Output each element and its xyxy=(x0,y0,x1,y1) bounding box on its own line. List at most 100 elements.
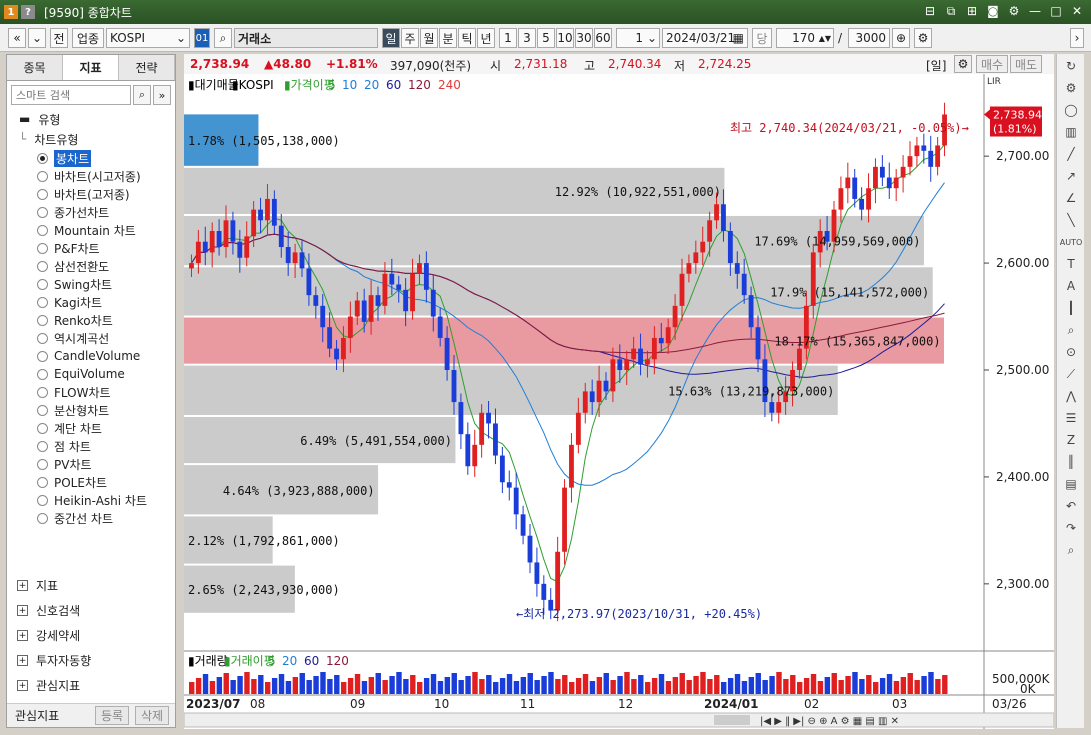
radio-icon[interactable] xyxy=(37,386,48,398)
radio-icon[interactable] xyxy=(37,440,48,452)
nav-prev-button[interactable]: « xyxy=(8,28,26,48)
bar-chart-icon[interactable]: ▥ xyxy=(1060,122,1082,142)
delete-button[interactable]: 삭제 xyxy=(135,706,169,725)
close-icon[interactable]: ✕ xyxy=(1069,3,1085,19)
chart-type-item[interactable]: PV차트 xyxy=(15,455,175,473)
minute-30[interactable]: 30 xyxy=(575,28,593,48)
auto-line-icon[interactable]: AUTO xyxy=(1060,232,1083,252)
collapse-icon[interactable]: › xyxy=(1070,28,1084,48)
chart-type-item[interactable]: 바차트(고저종) xyxy=(15,185,175,203)
minute-3[interactable]: 3 xyxy=(518,28,536,48)
chart-type-item[interactable]: Kagi차트 xyxy=(15,293,175,311)
chart-area[interactable]: ▮대기매물 ▮KOSPI ▮가격이평 5 10 20 60 120 240 2,700.00 2,6… xyxy=(183,74,1055,729)
angle-icon[interactable]: ∠ xyxy=(1060,188,1082,208)
date-input[interactable]: 2024/03/21 ▦ xyxy=(662,28,748,48)
period-week[interactable]: 주 xyxy=(401,28,419,48)
label-icon[interactable]: A xyxy=(1060,276,1082,296)
group-favorite-indicators[interactable]: + 관심지표 xyxy=(7,673,175,698)
redo-icon[interactable]: ↷ xyxy=(1060,518,1082,538)
bars-icon[interactable]: ║ xyxy=(1060,452,1082,472)
radio-icon[interactable] xyxy=(37,494,48,506)
minute-5[interactable]: 5 xyxy=(537,28,555,48)
sector-button[interactable]: 업종 xyxy=(72,28,104,48)
radio-icon[interactable] xyxy=(37,188,48,200)
radio-icon[interactable] xyxy=(37,152,48,164)
ray-icon[interactable]: ↗ xyxy=(1060,166,1082,186)
candle-icon[interactable]: ┃ xyxy=(1060,298,1082,318)
camera-icon[interactable]: ◙ xyxy=(985,3,1001,19)
price-chart-svg[interactable]: ▮대기매물▮KOSPI ▮가격이평5 10 20 60 120 2402,700.002,6… xyxy=(183,74,1055,729)
radio-icon[interactable] xyxy=(37,278,48,290)
zoom-icon[interactable]: ⊕ xyxy=(892,28,910,48)
max-count-input[interactable]: 3000 xyxy=(848,28,890,48)
settings-icon[interactable]: ⚙ xyxy=(914,28,932,48)
chart-type-item[interactable]: EquiVolume xyxy=(15,365,175,383)
calendar-icon[interactable]: ▦ xyxy=(733,31,744,45)
radio-icon[interactable] xyxy=(37,296,48,308)
settings-icon[interactable]: ⚙ xyxy=(954,55,972,73)
radio-icon[interactable] xyxy=(37,332,48,344)
buy-button[interactable]: 매수 xyxy=(976,55,1008,73)
search-icon[interactable]: ⌕ xyxy=(1060,540,1082,560)
radio-icon[interactable] xyxy=(37,512,48,524)
chart-icon[interactable]: ⟋ xyxy=(1060,364,1082,384)
minute-1[interactable]: 1 xyxy=(499,28,517,48)
columns-icon[interactable]: ▤ xyxy=(1060,474,1082,494)
text-icon[interactable]: T xyxy=(1060,254,1082,274)
sell-button[interactable]: 매도 xyxy=(1010,55,1042,73)
chart-type-item[interactable]: Mountain 차트 xyxy=(15,221,175,239)
radio-icon[interactable] xyxy=(37,206,48,218)
help-icon[interactable]: ? xyxy=(21,5,35,19)
nav-dropdown-button[interactable]: ⌄ xyxy=(28,28,46,48)
group-signal-search[interactable]: + 신호검색 xyxy=(7,598,175,623)
chart-type-item[interactable]: 분산형차트 xyxy=(15,401,175,419)
chart-type-item[interactable]: POLE차트 xyxy=(15,473,175,491)
radio-icon[interactable] xyxy=(37,422,48,434)
radio-icon[interactable] xyxy=(37,314,48,326)
pattern-icon[interactable]: ⋀ xyxy=(1060,386,1082,406)
chart-type-item[interactable]: 삼선전환도 xyxy=(15,257,175,275)
tab-stocks[interactable]: 종목 xyxy=(7,55,63,80)
smart-search-input[interactable] xyxy=(11,85,131,105)
minimize-icon[interactable]: — xyxy=(1027,3,1043,19)
copy-icon[interactable]: ⧉ xyxy=(943,3,959,19)
spinner-icon[interactable]: ▲▼ xyxy=(819,34,831,43)
trendline-icon[interactable]: ╱ xyxy=(1060,144,1082,164)
minute-10[interactable]: 10 xyxy=(556,28,574,48)
radio-icon[interactable] xyxy=(37,224,48,236)
radio-icon[interactable] xyxy=(37,368,48,380)
radio-icon[interactable] xyxy=(37,242,48,254)
current-button[interactable]: 당 xyxy=(752,28,772,48)
period-tick[interactable]: 틱 xyxy=(458,28,476,48)
period-minute[interactable]: 분 xyxy=(439,28,457,48)
radio-icon[interactable] xyxy=(37,458,48,470)
chart-type-item[interactable]: 종가선차트 xyxy=(15,203,175,221)
radio-icon[interactable] xyxy=(37,350,48,362)
chart-type-item[interactable]: Renko차트 xyxy=(15,311,175,329)
expand-icon[interactable]: » xyxy=(153,85,171,105)
chart-type-item[interactable]: Swing차트 xyxy=(15,275,175,293)
settings-icon[interactable]: ⚙ xyxy=(1006,3,1022,19)
gear-icon[interactable]: ⚙ xyxy=(1060,78,1082,98)
group-investor-trend[interactable]: + 투자자동향 xyxy=(7,648,175,673)
link-icon[interactable]: ⊞ xyxy=(964,3,980,19)
search-icon[interactable]: ⌕ xyxy=(133,85,151,105)
chart-type-item[interactable]: P&F차트 xyxy=(15,239,175,257)
chart-type-item[interactable]: 바차트(시고저종) xyxy=(15,167,175,185)
maximize-icon[interactable]: □ xyxy=(1048,3,1064,19)
group-strength[interactable]: + 강세약세 xyxy=(7,623,175,648)
zoom-icon[interactable]: ⌕ xyxy=(1060,320,1082,340)
magnifier-icon[interactable]: ⊙ xyxy=(1060,342,1082,362)
type-group[interactable]: ▬ 유형 xyxy=(19,109,175,129)
chart-type-item[interactable]: 계단 차트 xyxy=(15,419,175,437)
period-day[interactable]: 일 xyxy=(382,28,400,48)
interval-input[interactable]: 1 ⌄ xyxy=(616,28,660,48)
search-icon[interactable]: ⌕ xyxy=(214,28,232,48)
app-icon[interactable]: 1 xyxy=(4,5,18,19)
chart-type-item[interactable]: FLOW차트 xyxy=(15,383,175,401)
symbol-select[interactable]: KOSPI ⌄ xyxy=(106,28,190,48)
pin-icon[interactable]: ⊟ xyxy=(922,3,938,19)
chart-type-item[interactable]: 점 차트 xyxy=(15,437,175,455)
period-month[interactable]: 월 xyxy=(420,28,438,48)
tab-strategy[interactable]: 전략 xyxy=(119,55,175,80)
